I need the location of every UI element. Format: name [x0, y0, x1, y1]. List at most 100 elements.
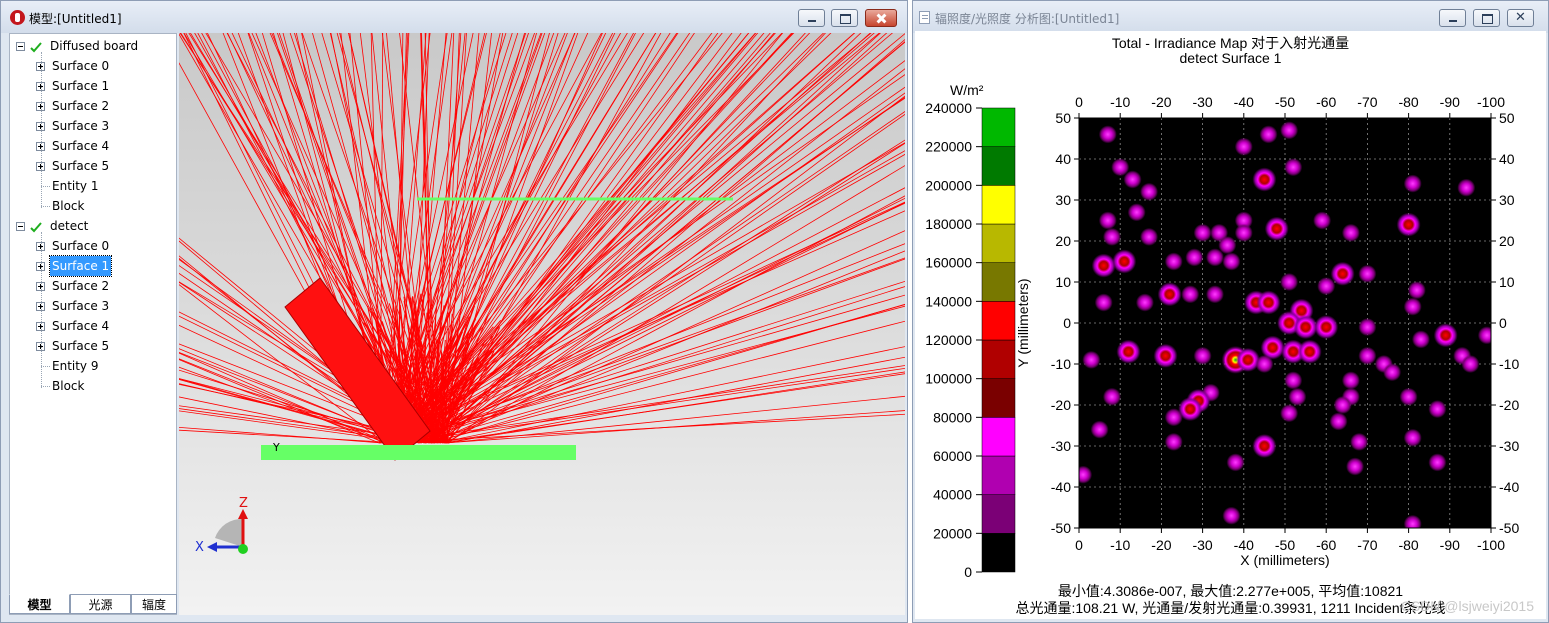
tree-node[interactable]: Surface 2: [10, 96, 176, 116]
colorbar-swatch: [981, 146, 1016, 186]
tab-radiance[interactable]: 辐度: [131, 594, 177, 614]
tree-node-label: Surface 3: [52, 299, 110, 313]
hotspot: [1140, 227, 1159, 246]
hotspot: [1329, 412, 1348, 431]
hotspot: [1193, 346, 1212, 365]
tree-node[interactable]: Block: [10, 196, 176, 216]
colorbar-label: 200000: [925, 177, 972, 193]
irradiance-window-titlebar[interactable]: 辐照度/光照度 分析图:[Untitled1] ✕: [913, 1, 1548, 33]
tree-node-label: Surface 1: [52, 79, 110, 93]
close-button[interactable]: ✕: [1507, 9, 1534, 27]
hotspot: [1461, 355, 1480, 373]
colorbar-swatch: [981, 378, 1016, 418]
hotspot: [1091, 253, 1116, 278]
diffused-board[interactable]: [261, 445, 576, 460]
hotspot: [1383, 363, 1402, 382]
tree-node-label: Surface 1: [48, 255, 113, 277]
tree-node-label: Surface 2: [52, 99, 110, 113]
minimize-button[interactable]: [1439, 9, 1466, 27]
tab-model[interactable]: 模型: [9, 594, 70, 614]
tree-node[interactable]: Block: [10, 376, 176, 396]
hotspot: [1234, 137, 1253, 156]
colorbar-swatch: [981, 339, 1016, 379]
hotspot: [1098, 211, 1117, 230]
colorbar-swatch: [981, 533, 1016, 573]
maximize-icon: [1474, 10, 1499, 26]
colorbar-unit: W/m²: [950, 82, 984, 98]
irradiance-window: 辐照度/光照度 分析图:[Untitled1] ✕ Total - Irradi…: [912, 0, 1549, 623]
tree-node[interactable]: Surface 5: [10, 156, 176, 176]
hotspot: [1222, 506, 1241, 525]
y-tick-label-left: -40: [1051, 479, 1071, 495]
tree-connector: [41, 366, 50, 367]
hotspot: [1297, 339, 1322, 364]
y-tick-label-left: 20: [1055, 233, 1071, 249]
colorbar-label: 0: [964, 564, 972, 580]
hotspot: [1346, 457, 1365, 476]
hotspot: [1127, 203, 1146, 222]
tree-connector: [41, 186, 50, 187]
colorbar-swatch: [981, 301, 1016, 341]
x-tick-label-bottom: -70: [1357, 537, 1377, 553]
tree-node-root[interactable]: Diffused board: [10, 36, 176, 56]
tab-source[interactable]: 光源: [70, 594, 131, 614]
y-tick-label-right: 50: [1499, 110, 1515, 126]
tree-node-label: Surface 5: [52, 339, 110, 353]
colorbar-label: 180000: [925, 216, 972, 232]
y-tick-label-left: -50: [1051, 520, 1071, 536]
tree-node[interactable]: Surface 4: [10, 316, 176, 336]
app-logo-icon: [10, 10, 25, 25]
y-tick-label-left: 40: [1055, 151, 1071, 167]
tree-node[interactable]: Surface 4: [10, 136, 176, 156]
hotspot: [1235, 347, 1260, 372]
x-tick-label-top: -60: [1316, 94, 1336, 110]
tree-node[interactable]: Surface 0: [10, 56, 176, 76]
minimize-button[interactable]: [798, 9, 825, 27]
x-tick-label-bottom: -40: [1234, 537, 1254, 553]
hotspot: [1280, 273, 1299, 291]
hotspot: [1350, 432, 1369, 451]
hotspot: [1396, 212, 1421, 237]
tree-node[interactable]: Surface 3: [10, 116, 176, 136]
close-button[interactable]: [865, 9, 897, 27]
ray-trace-view: Y Z X: [179, 33, 905, 555]
maximize-button[interactable]: [831, 9, 858, 27]
collapse-icon[interactable]: [16, 222, 25, 231]
colorbar-label: 40000: [933, 487, 972, 503]
maximize-button[interactable]: [1473, 9, 1500, 27]
tree-node-root[interactable]: detect: [10, 216, 176, 236]
hotspot: [1079, 465, 1093, 484]
light-source-tube[interactable]: [284, 277, 431, 461]
hotspot: [1403, 514, 1422, 528]
tree-node[interactable]: Entity 1: [10, 176, 176, 196]
collapse-icon[interactable]: [16, 42, 25, 51]
hotspot: [1112, 249, 1137, 274]
y-tick-label-right: 10: [1499, 274, 1515, 290]
hotspot: [1234, 223, 1253, 242]
tree-node[interactable]: Surface 5: [10, 336, 176, 356]
hotspot: [1403, 428, 1422, 447]
ray-bundle: [179, 33, 905, 444]
heatmap-plot: W/m²020000400006000080000100000120000140…: [925, 82, 1519, 580]
tree-node[interactable]: Entity 9: [10, 356, 176, 376]
hotspot: [1317, 277, 1336, 296]
system-tree[interactable]: Diffused board Surface 0 Surface 1 Surface …: [9, 33, 177, 615]
x-tick-label-bottom: -30: [1192, 537, 1212, 553]
y-tick-label-right: 30: [1499, 192, 1515, 208]
tree-node[interactable]: Surface 1: [10, 255, 176, 277]
hotspot: [1116, 339, 1141, 364]
model-window-titlebar[interactable]: 模型:[Untitled1]: [1, 1, 907, 33]
tree-node[interactable]: Surface 1: [10, 76, 176, 96]
hotspot: [1403, 174, 1422, 193]
tree-node[interactable]: Surface 0: [10, 236, 176, 256]
x-tick-label-top: -70: [1357, 94, 1377, 110]
x-tick-label-top: -30: [1192, 94, 1212, 110]
hotspot: [1252, 167, 1277, 192]
tree-node[interactable]: Surface 3: [10, 296, 176, 316]
hotspot: [1102, 387, 1121, 406]
colorbar-swatch: [981, 417, 1016, 457]
colorbar-label: 80000: [933, 409, 972, 425]
tree-connector: [41, 386, 50, 387]
3d-viewport[interactable]: Y Z X: [179, 33, 905, 615]
tree-node[interactable]: Surface 2: [10, 276, 176, 296]
